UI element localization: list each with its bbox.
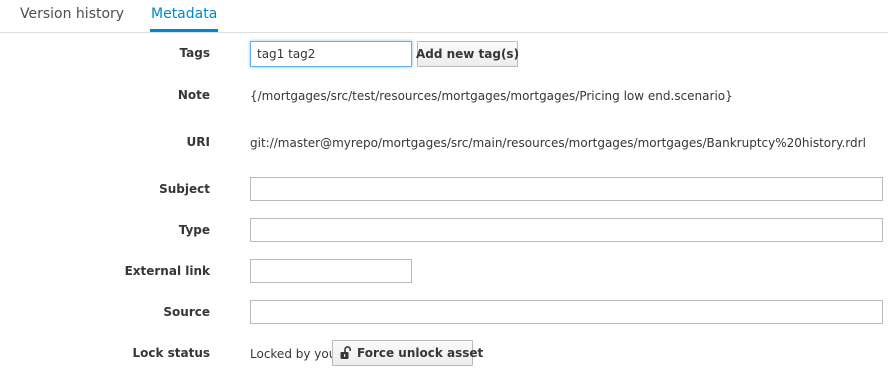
subject-label: Subject (159, 182, 210, 196)
tags-input[interactable] (250, 41, 412, 67)
tab-metadata[interactable]: Metadata (150, 0, 219, 32)
add-tags-button[interactable]: Add new tag(s) (416, 41, 519, 67)
tab-bar: Version history Metadata (0, 0, 888, 33)
note-value: {/mortgages/src/test/resources/mortgages… (250, 89, 733, 103)
external-link-input[interactable] (250, 259, 412, 283)
force-unlock-button[interactable]: Force unlock asset (332, 340, 483, 366)
unlock-icon (339, 346, 353, 360)
tags-label: Tags (179, 46, 210, 60)
uri-value: git://master@myrepo/mortgages/src/main/r… (250, 136, 866, 150)
tab-version-history[interactable]: Version history (20, 0, 124, 32)
uri-label: URI (186, 135, 210, 149)
source-input[interactable] (250, 300, 883, 324)
source-label: Source (163, 305, 210, 319)
subject-input[interactable] (250, 177, 883, 201)
lock-status-label: Lock status (132, 346, 210, 360)
type-label: Type (178, 223, 210, 237)
force-unlock-button-label: Force unlock asset (357, 346, 484, 360)
note-label: Note (177, 88, 210, 102)
type-input[interactable] (250, 218, 883, 242)
external-link-label: External link (124, 264, 210, 278)
lock-status-value: Locked by you (250, 347, 337, 361)
